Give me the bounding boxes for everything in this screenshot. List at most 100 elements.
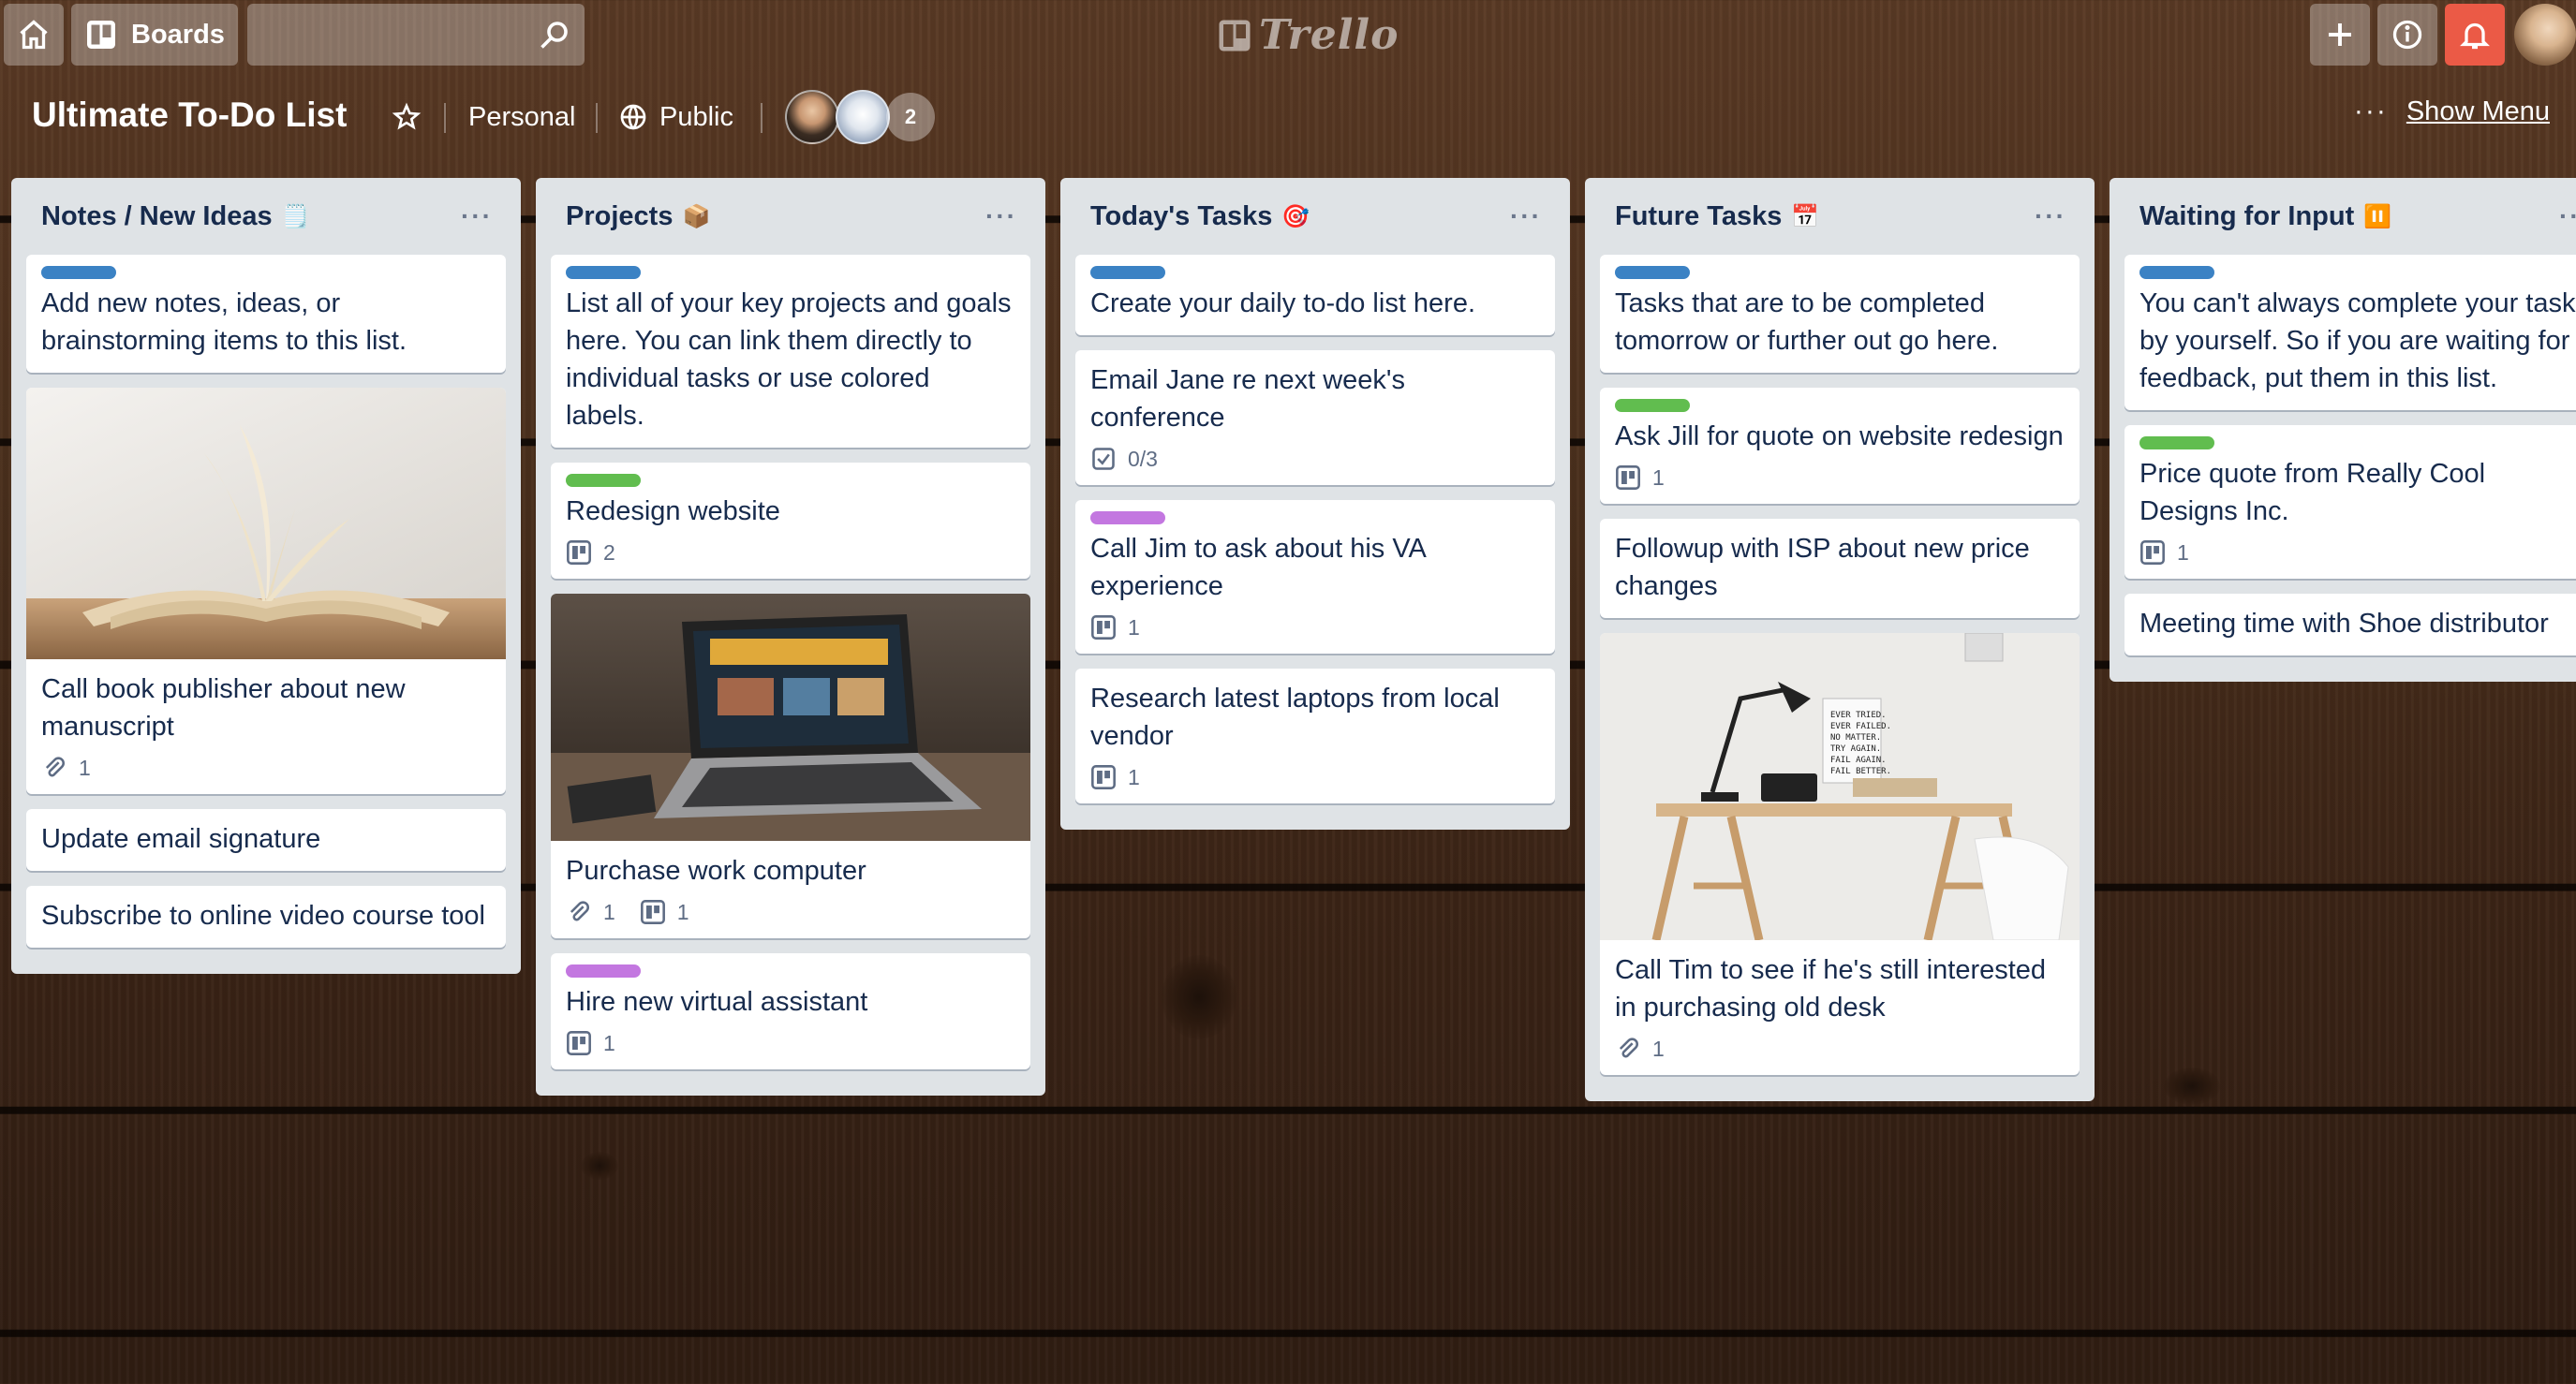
card-label-blue[interactable] [566, 266, 641, 279]
card-body: Tasks that are to be completed tomorrow … [1600, 255, 2080, 373]
list-title[interactable]: Future Tasks 📅 [1615, 201, 1819, 232]
list-menu-button[interactable]: ··· [985, 201, 1017, 231]
list-menu-button[interactable]: ··· [2559, 201, 2576, 231]
visibility-button[interactable]: Public [618, 96, 733, 139]
trello-card-icon [1091, 615, 1116, 640]
home-icon [20, 20, 48, 50]
card-label-green[interactable] [2139, 436, 2214, 449]
paperclip-icon [1619, 1038, 1638, 1058]
card-title: Tasks that are to be completed tomorrow … [1615, 288, 1999, 356]
card-badges: 1 [41, 755, 491, 781]
card[interactable]: Email Jane re next week's conference 0/3 [1075, 350, 1555, 485]
card-label-blue[interactable] [1615, 266, 1690, 279]
member-avatar[interactable] [836, 90, 890, 144]
home-button[interactable] [4, 4, 64, 66]
card-title: List all of your key projects and goals … [566, 288, 1012, 431]
notifications-button[interactable] [2445, 4, 2505, 66]
member-avatar[interactable] [785, 90, 839, 144]
list-title-text: Future Tasks [1615, 200, 1783, 231]
card-title: Purchase work computer [566, 856, 866, 886]
list: Future Tasks 📅 ··· Tasks that are to be com… [1585, 178, 2095, 1101]
list-menu-button[interactable]: ··· [461, 201, 493, 231]
search-box[interactable] [247, 4, 585, 66]
svg-text:EVER TRIED.: EVER TRIED. [1830, 711, 1887, 720]
card[interactable]: Create your daily to-do list here. [1075, 255, 1555, 335]
card[interactable]: Ask Jill for quote on website redesign 1 [1600, 388, 2080, 504]
card-body: Call Tim to see if he's still interested… [1600, 940, 2080, 1075]
card[interactable]: Call Jim to ask about his VA experience 1 [1075, 500, 1555, 654]
card-title: Subscribe to online video course tool [41, 901, 485, 931]
card[interactable]: You can't always complete your tasks by … [2124, 255, 2576, 410]
card-label-purple[interactable] [566, 964, 641, 978]
card-body: Call Jim to ask about his VA experience 1 [1075, 500, 1555, 654]
card-label-purple[interactable] [1090, 511, 1165, 524]
create-button[interactable] [2310, 4, 2370, 66]
card[interactable]: Tasks that are to be completed tomorrow … [1600, 255, 2080, 373]
card[interactable]: Meeting time with Shoe distributor [2124, 594, 2576, 655]
card[interactable]: Update email signature [26, 809, 506, 871]
card-title: Meeting time with Shoe distributor [2139, 609, 2549, 639]
show-menu-button[interactable]: ··· Show Menu [2354, 96, 2550, 127]
info-button[interactable] [2377, 4, 2437, 66]
card-body: Ask Jill for quote on website redesign 1 [1600, 388, 2080, 504]
desk-image: EVER TRIED. EVER FAILED. NO MATTER. TRY … [1600, 633, 2080, 940]
card-label-green[interactable] [566, 474, 641, 487]
open-book-image [26, 388, 506, 659]
list-title[interactable]: Waiting for Input ⏸️ [2139, 201, 2391, 232]
search-icon[interactable] [538, 18, 571, 52]
card[interactable]: Redesign website 2 [551, 463, 1030, 579]
list-title[interactable]: Notes / New Ideas 🗒️ [41, 201, 309, 232]
list-header[interactable]: Projects 📦 ··· [551, 178, 1030, 255]
list-menu-button[interactable]: ··· [1510, 201, 1542, 231]
badge-count: 1 [603, 899, 615, 924]
card-body: Price quote from Really Cool Designs Inc… [2124, 425, 2576, 579]
attachments-badge: 1 [41, 755, 91, 781]
card-title: Email Jane re next week's conference [1090, 365, 1405, 433]
card-title: Redesign website [566, 496, 780, 526]
laptop-image [551, 594, 1030, 841]
card[interactable]: EVER TRIED. EVER FAILED. NO MATTER. TRY … [1600, 633, 2080, 1075]
badge-count: 1 [2177, 539, 2189, 565]
list-title[interactable]: Projects 📦 [566, 201, 710, 232]
globe-icon [620, 104, 646, 130]
board-title[interactable]: Ultimate To-Do List [32, 96, 347, 135]
card-body: Hire new virtual assistant 1 [551, 953, 1030, 1069]
extra-members-count[interactable]: 2 [886, 93, 935, 141]
card-body: Call book publisher about new manuscript… [26, 659, 506, 794]
list-title[interactable]: Today's Tasks 🎯 [1090, 201, 1310, 232]
card-label-blue[interactable] [1090, 266, 1165, 279]
star-button[interactable] [392, 96, 422, 139]
badge-count: 2 [603, 539, 615, 565]
card[interactable]: Followup with ISP about new price change… [1600, 519, 2080, 618]
list-emoji-icon: ⏸️ [2363, 203, 2392, 229]
user-avatar[interactable] [2514, 4, 2576, 66]
list-header[interactable]: Notes / New Ideas 🗒️ ··· [26, 178, 506, 255]
card[interactable]: Subscribe to online video course tool [26, 886, 506, 948]
card-label-blue[interactable] [2139, 266, 2214, 279]
attachments-badge: 1 [1615, 1036, 1665, 1062]
card[interactable]: Price quote from Really Cool Designs Inc… [2124, 425, 2576, 579]
card[interactable]: Purchase work computer 1 1 [551, 594, 1030, 938]
card[interactable]: Hire new virtual assistant 1 [551, 953, 1030, 1069]
list-header[interactable]: Waiting for Input ⏸️ ··· [2124, 178, 2576, 255]
card-title: Update email signature [41, 824, 321, 854]
list-header[interactable]: Today's Tasks 🎯 ··· [1075, 178, 1555, 255]
card[interactable]: Research latest laptops from local vendo… [1075, 669, 1555, 803]
card-title: Create your daily to-do list here. [1090, 288, 1476, 318]
card[interactable]: List all of your key projects and goals … [551, 255, 1030, 448]
card-body: Followup with ISP about new price change… [1600, 519, 2080, 618]
list-menu-button[interactable]: ··· [2035, 201, 2066, 231]
team-visibility-button[interactable]: Personal [468, 96, 575, 139]
card[interactable]: Add new notes, ideas, or brainstorming i… [26, 255, 506, 373]
list-title-text: Waiting for Input [2139, 200, 2355, 231]
trello-logo[interactable]: Trello [1218, 11, 1399, 59]
list-header[interactable]: Future Tasks 📅 ··· [1600, 178, 2080, 255]
card[interactable]: Call book publisher about new manuscript… [26, 388, 506, 794]
team-label: Personal [468, 101, 576, 132]
card-label-green[interactable] [1615, 399, 1690, 412]
search-input[interactable] [247, 4, 585, 66]
card-badges: 2 [566, 539, 1015, 566]
boards-button[interactable]: Boards [71, 4, 238, 66]
card-badges: 1 [1090, 764, 1540, 790]
card-label-blue[interactable] [41, 266, 116, 279]
